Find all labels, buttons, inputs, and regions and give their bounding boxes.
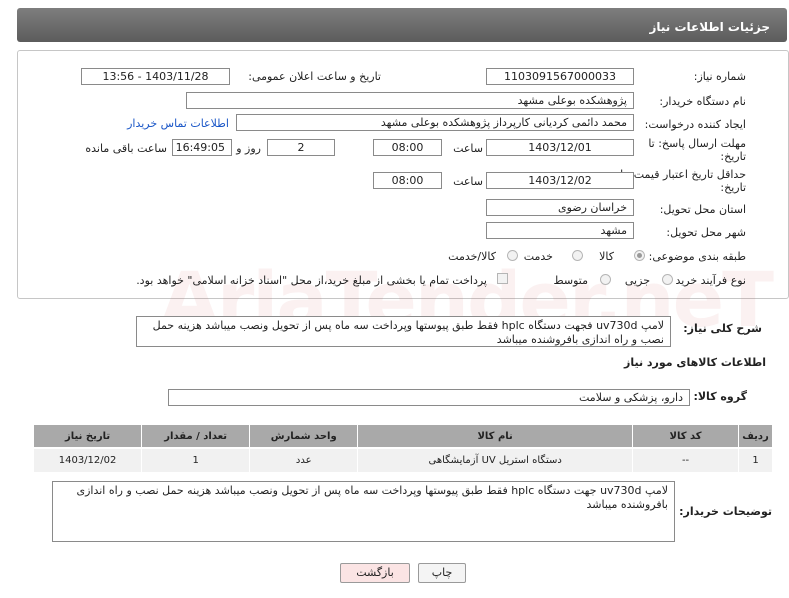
- treasury-payment-note: پرداخت تمام یا بخشی از مبلغ خرید،از محل …: [136, 274, 487, 287]
- table-cell: --: [632, 447, 740, 473]
- table-cell: 1403/12/02: [32, 447, 143, 473]
- table-header: تاریخ نیاز: [32, 424, 143, 449]
- validity-time-field: 08:00: [373, 172, 442, 189]
- buyer-org-label: نام دستگاه خریدار:: [659, 95, 746, 108]
- print-button[interactable]: چاپ: [418, 563, 466, 583]
- category-option-goods: کالا: [599, 250, 614, 263]
- category-option-service: خدمت: [523, 250, 553, 263]
- deadline-label-date: تاریخ:: [720, 150, 746, 163]
- remaining-time-field: 16:49:05: [172, 139, 232, 156]
- buyer-notes-label: توضیحات خریدار:: [679, 505, 772, 518]
- deadline-date-field: 1403/12/01: [486, 139, 634, 156]
- announce-date-label: تاریخ و ساعت اعلان عمومی:: [248, 70, 381, 83]
- days-label: روز و: [236, 142, 261, 155]
- category-radio-service[interactable]: [572, 250, 583, 261]
- creator-label: ایجاد کننده درخواست:: [644, 118, 746, 131]
- creator-field: محمد دائمی کردیانی کارپرداز پژوهشکده بوع…: [236, 114, 634, 131]
- buyer-contact-link[interactable]: اطلاعات تماس خریدار: [127, 117, 229, 130]
- category-option-goods-service: کالا/خدمت: [448, 250, 496, 263]
- need-number-label: شماره نیاز:: [693, 70, 746, 83]
- deadline-time-field: 08:00: [373, 139, 442, 156]
- process-option-medium: متوسط: [553, 274, 588, 287]
- table-header: واحد شمارش: [249, 424, 359, 449]
- category-radio-goods[interactable]: [634, 250, 645, 261]
- province-field: خراسان رضوی: [486, 199, 634, 216]
- table-cell: دستگاه استریل UV آزمایشگاهی: [357, 447, 634, 473]
- page-title: جزئیات اطلاعات نیاز: [649, 20, 770, 34]
- overview-text: لامپ uv730d فجهت دستگاه hplc فقط طبق پیو…: [136, 316, 671, 347]
- process-radio-minor[interactable]: [662, 274, 673, 285]
- validity-label: حداقل تاریخ اعتبار قیمت: تا: [620, 168, 746, 181]
- goods-group-field: دارو، پزشکی و سلامت: [168, 389, 690, 406]
- overview-label: شرح کلی نیاز:: [683, 322, 762, 335]
- table-cell: 1: [141, 447, 251, 473]
- back-button[interactable]: بازگشت: [340, 563, 410, 583]
- table-cell: عدد: [249, 447, 359, 473]
- category-label: طبقه بندی موضوعی:: [648, 250, 746, 263]
- deadline-time-label: ساعت: [453, 142, 483, 155]
- validity-time-label: ساعت: [453, 175, 483, 188]
- goods-table: ردیف کد کالا نام کالا واحد شمارش تعداد /…: [32, 424, 773, 473]
- process-radio-medium[interactable]: [600, 274, 611, 285]
- table-header: تعداد / مقدار: [141, 424, 251, 449]
- announce-date-field: 1403/11/28 - 13:56: [81, 68, 230, 85]
- goods-section-title: اطلاعات کالاهای مورد نیاز: [624, 356, 766, 369]
- buyer-notes-text: لامپ uv730d جهت دستگاه hplc فقط طبق پیوس…: [52, 481, 675, 542]
- page-header: جزئیات اطلاعات نیاز: [17, 8, 787, 42]
- process-option-minor: جزیی: [624, 274, 650, 287]
- table-row: 1 -- دستگاه استریل UV آزمایشگاهی عدد 1 1…: [32, 447, 773, 473]
- goods-group-label: گروه کالا:: [693, 390, 747, 403]
- table-header: کد کالا: [632, 424, 740, 449]
- validity-date-field: 1403/12/02: [486, 172, 634, 189]
- buyer-org-field: پژوهشکده بوعلی مشهد: [186, 92, 634, 109]
- city-field: مشهد: [486, 222, 634, 239]
- table-cell: 1: [738, 447, 773, 473]
- need-number-field: 1103091567000033: [486, 68, 634, 85]
- validity-label-date: تاریخ:: [720, 181, 746, 194]
- province-label: استان محل تحویل:: [659, 203, 746, 216]
- days-remaining-field: 2: [267, 139, 335, 156]
- city-label: شهر محل تحویل:: [666, 226, 746, 239]
- table-header: نام کالا: [357, 424, 634, 449]
- table-header: ردیف: [738, 424, 773, 449]
- process-label: نوع فرآیند خرید :: [668, 274, 746, 287]
- remaining-label: ساعت باقی مانده: [85, 142, 167, 155]
- treasury-payment-checkbox[interactable]: [497, 273, 508, 284]
- deadline-label: مهلت ارسال پاسخ: تا: [648, 137, 746, 150]
- category-radio-goods-service[interactable]: [507, 250, 518, 261]
